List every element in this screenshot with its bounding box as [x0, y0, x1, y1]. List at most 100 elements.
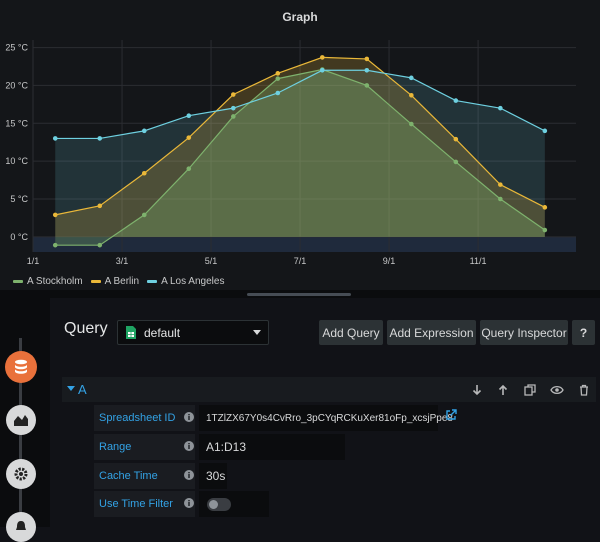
data-point: [186, 135, 192, 140]
database-icon: [15, 359, 27, 374]
data-point: [409, 121, 414, 127]
add-query-button[interactable]: Add Query: [319, 320, 383, 345]
data-point: [230, 105, 236, 111]
collapse-caret-icon[interactable]: [67, 386, 75, 391]
data-point: [186, 113, 192, 119]
data-point: [409, 75, 414, 81]
info-icon[interactable]: [183, 441, 195, 451]
legend-swatch[interactable]: [147, 280, 158, 283]
data-point: [52, 136, 58, 141]
graph-panel: Graph 0 °C 5 °C 10 °C 15 °C 20 °C 25 °C 1/1 3/1…: [0, 0, 600, 290]
legend-swatch[interactable]: [90, 280, 101, 283]
general-settings-tab-button[interactable]: [6, 459, 36, 489]
visualization-tab-button[interactable]: [6, 405, 36, 435]
move-down-icon[interactable]: [470, 383, 484, 397]
data-point: [97, 203, 103, 209]
x-tick-label: 7/1: [294, 256, 307, 266]
x-tick-label: 3/1: [116, 256, 129, 266]
x-tick-label: 1/1: [27, 256, 40, 266]
info-icon[interactable]: [183, 470, 195, 480]
data-point: [320, 67, 325, 73]
query-inspector-button[interactable]: Query Inspector: [480, 320, 568, 345]
legend-item[interactable]: A Stockholm: [13, 276, 83, 287]
data-point: [542, 128, 548, 134]
data-point: [230, 114, 236, 119]
data-point: [97, 136, 103, 141]
info-icon[interactable]: [183, 498, 195, 508]
eye-icon[interactable]: [550, 383, 564, 397]
data-point: [498, 196, 503, 202]
chart-legend: A Stockholm A Berlin A Los Angeles: [13, 276, 224, 287]
duplicate-icon[interactable]: [523, 383, 537, 397]
query-editor: Query default Add Query Add Expression Q…: [0, 298, 600, 542]
bell-icon: [16, 521, 26, 530]
move-up-icon[interactable]: [496, 383, 510, 397]
editor-side-rail: [0, 298, 50, 542]
data-point: [542, 227, 548, 233]
data-point: [230, 92, 236, 97]
data-point: [453, 98, 459, 103]
datasource-name: default: [144, 325, 181, 340]
query-ref-id[interactable]: A: [78, 382, 87, 397]
data-point: [364, 56, 370, 62]
area-chart-icon: [14, 415, 28, 426]
data-point: [364, 83, 370, 88]
data-point: [542, 205, 548, 210]
use-time-filter-label: Use Time Filter: [94, 491, 195, 517]
add-expression-button[interactable]: Add Expression: [387, 320, 476, 345]
help-button[interactable]: ?: [572, 320, 595, 345]
y-tick-label: 20 °C: [5, 80, 28, 90]
use-time-filter-toggle[interactable]: [207, 498, 231, 511]
data-point: [141, 170, 147, 176]
splitter-handle[interactable]: [247, 293, 351, 296]
toggle-knob: [209, 500, 218, 509]
queries-tab-button[interactable]: [5, 351, 37, 383]
legend-item[interactable]: A Berlin: [90, 276, 139, 287]
data-point: [498, 105, 503, 111]
info-icon[interactable]: [183, 412, 195, 422]
legend-item[interactable]: A Los Angeles: [147, 276, 224, 287]
datasource-select[interactable]: default: [117, 320, 269, 345]
gear-icon: [14, 467, 28, 481]
data-point: [453, 136, 459, 142]
data-point: [275, 71, 281, 76]
y-tick-label: 5 °C: [10, 194, 28, 204]
external-link-icon[interactable]: [444, 408, 458, 422]
data-point: [141, 128, 147, 134]
y-tick-label: 10 °C: [5, 156, 28, 166]
data-point: [52, 212, 58, 218]
data-point: [275, 90, 281, 96]
spreadsheet-icon: [126, 326, 136, 339]
data-point: [453, 159, 459, 165]
data-point: [498, 182, 503, 187]
spreadsheet-id-input[interactable]: 1TZlZX67Y0s4CvRro_3pCYqRCKuXer81oFp_xcsj…: [199, 405, 453, 431]
legend-label[interactable]: A Stockholm: [27, 276, 83, 287]
query-header-title: Query: [64, 320, 108, 337]
trash-icon[interactable]: [577, 383, 591, 397]
y-tick-label: 25 °C: [5, 43, 28, 53]
data-point: [320, 55, 325, 60]
data-point: [186, 166, 192, 172]
alert-tab-button[interactable]: [6, 512, 36, 542]
cache-time-label: Cache Time: [94, 463, 195, 489]
chevron-down-icon: [253, 330, 261, 335]
x-tick-label: 9/1: [383, 256, 396, 266]
y-tick-label: 15 °C: [5, 118, 28, 128]
x-tick-label: 11/1: [470, 256, 487, 266]
spreadsheet-id-label: Spreadsheet ID: [94, 405, 195, 431]
data-point: [275, 76, 281, 81]
range-input[interactable]: A1:D13: [199, 434, 345, 460]
temperature-chart: 0 °C 5 °C 10 °C 15 °C 20 °C 25 °C 1/1 3/1 5/1 7/1…: [5, 40, 576, 266]
query-row-header[interactable]: A: [62, 377, 596, 402]
x-tick-label: 5/1: [205, 256, 218, 266]
data-point: [364, 67, 370, 73]
legend-label[interactable]: A Berlin: [105, 276, 139, 287]
legend-swatch[interactable]: [13, 280, 23, 283]
cache-time-input[interactable]: 30s: [199, 463, 227, 489]
data-point: [141, 212, 147, 218]
data-point: [97, 242, 103, 248]
panel-resize-splitter[interactable]: [0, 290, 600, 298]
below-zero-region: [33, 236, 576, 252]
legend-label[interactable]: A Los Angeles: [161, 276, 224, 287]
data-point: [52, 242, 58, 248]
